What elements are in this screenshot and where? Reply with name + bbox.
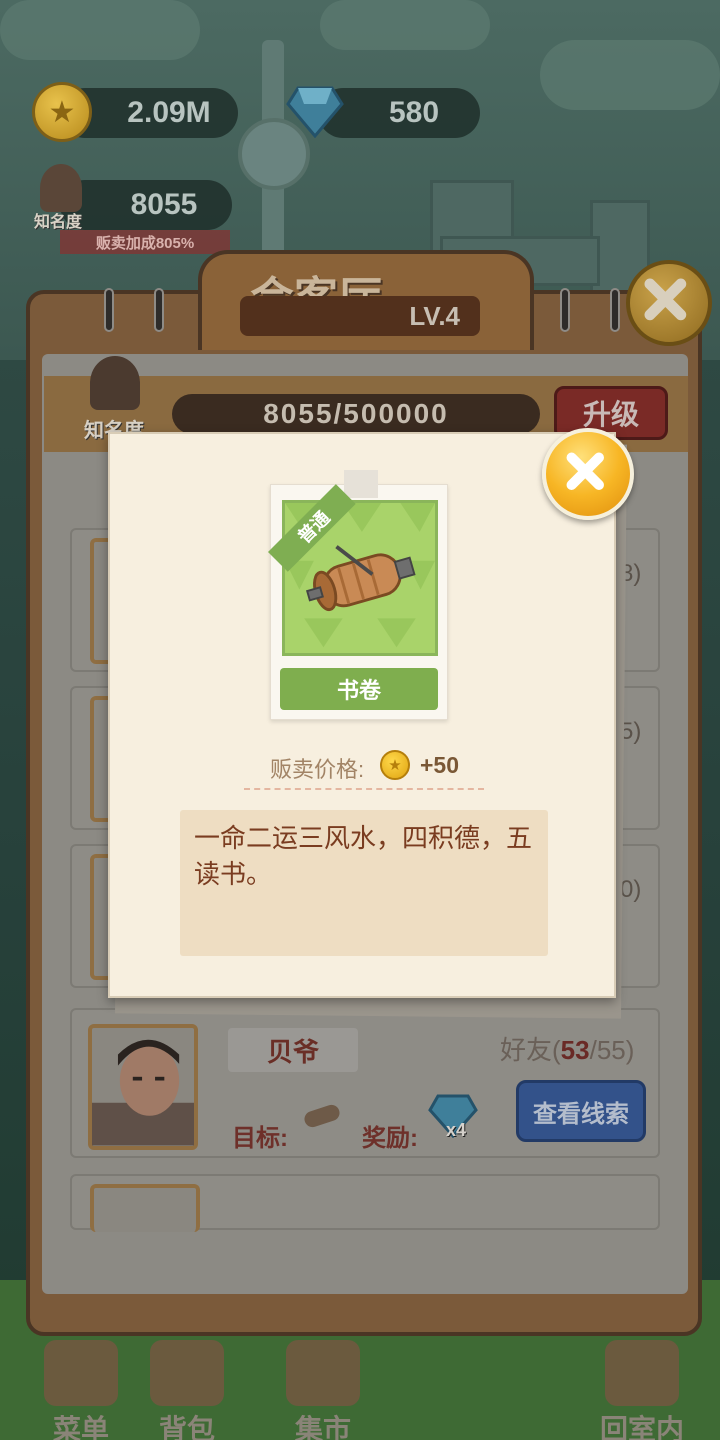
tape-decoration [344,470,378,498]
item-description: 一命二运三风水，四积德，五读书。 [180,810,548,956]
sale-price-label: 贩卖价格: [270,757,365,782]
dashed-divider [244,788,484,790]
coin-icon [380,750,410,780]
sale-price-value: +50 [420,752,460,778]
close-icon [566,452,604,490]
popup-close-button[interactable] [542,428,634,520]
item-name: 书卷 [280,668,438,710]
